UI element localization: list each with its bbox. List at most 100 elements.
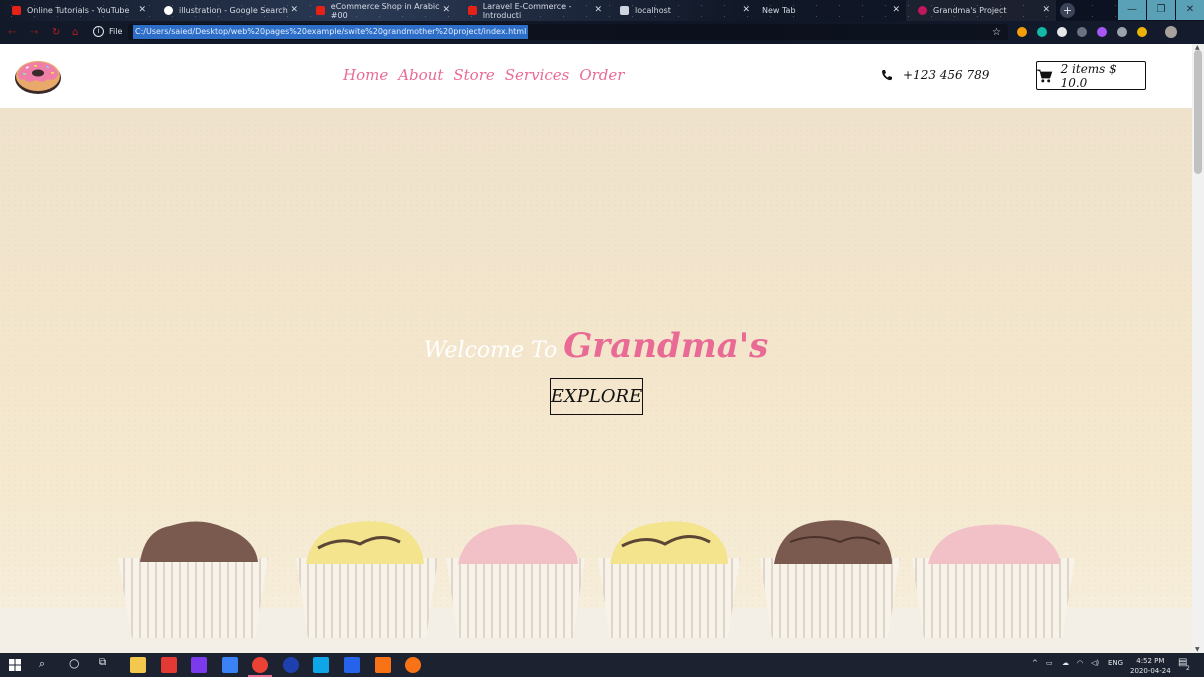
browser-toolbar: ← → ↻ ⌂ i File C:/Users/saied/Desktop/we… <box>0 21 1204 44</box>
cortana-icon[interactable]: ○ <box>69 656 79 670</box>
back-icon[interactable]: ← <box>8 27 16 38</box>
vscode-icon[interactable] <box>344 657 360 673</box>
task-view-icon[interactable]: ⧉ <box>99 657 106 668</box>
windows-taskbar: ⌕ ○ ⧉ ^ ▭ ☁ ◠ ◁) ENG 4:52 PM 2020-04-24 … <box>0 653 1204 677</box>
whatsapp-icon[interactable] <box>161 657 177 673</box>
profile-avatar[interactable] <box>1165 26 1177 38</box>
cupcake-vanilla <box>296 521 438 638</box>
battery-icon[interactable]: ▭ <box>1046 659 1053 667</box>
extension-icon[interactable] <box>1077 27 1087 37</box>
main-nav: Home About Store Services Order <box>343 66 624 84</box>
extension-icon[interactable] <box>1117 27 1127 37</box>
donut-icon <box>918 6 927 15</box>
browser-tab[interactable]: Laravel E-Commerce - Introducti ✕ <box>456 0 608 21</box>
page-scrollbar[interactable]: ▲ ▼ <box>1192 44 1204 653</box>
cupcake-chocolate <box>118 521 268 638</box>
site-info[interactable]: i File <box>93 26 122 37</box>
browser-tab[interactable]: localhost ✕ <box>608 0 756 21</box>
extension-icon[interactable] <box>1017 27 1027 37</box>
wifi-icon[interactable]: ◠ <box>1077 659 1083 667</box>
nav-link-store[interactable]: Store <box>453 66 494 84</box>
cloud-icon[interactable]: ☁ <box>1062 659 1069 667</box>
google-icon <box>164 6 173 15</box>
tab-title: New Tab <box>762 6 796 15</box>
show-hidden-icons-icon[interactable]: ^ <box>1032 659 1038 667</box>
clock-date: 2020-04-24 <box>1130 667 1171 675</box>
bookmark-star-icon[interactable]: ☆ <box>992 27 1001 38</box>
scroll-down-icon[interactable]: ▼ <box>1195 646 1200 653</box>
reload-icon[interactable]: ↻ <box>52 27 60 38</box>
tab-title: Laravel E-Commerce - Introducti <box>482 1 572 20</box>
clock[interactable]: 4:52 PM 2020-04-24 <box>1130 656 1171 676</box>
file-explorer-icon[interactable] <box>130 657 146 673</box>
cart-button[interactable]: 2 items $ 10.0 <box>1036 61 1146 90</box>
windows-start-icon[interactable] <box>9 659 21 671</box>
edge-icon[interactable] <box>283 657 299 673</box>
hero-section: Welcome To Grandma's EXPLORE <box>0 108 1192 653</box>
info-icon: i <box>93 26 104 37</box>
phone-contact[interactable]: +123 456 789 <box>881 68 989 82</box>
explore-button[interactable]: EXPLORE <box>550 378 643 415</box>
cupcake-vanilla <box>598 521 740 638</box>
close-tab-icon[interactable]: ✕ <box>138 5 146 15</box>
donut-logo-icon[interactable] <box>14 57 62 95</box>
clock-time: 4:52 PM <box>1136 657 1165 665</box>
chrome-icon[interactable] <box>248 657 272 677</box>
volume-icon[interactable]: ◁) <box>1091 659 1099 667</box>
url-text[interactable]: C:/Users/saied/Desktop/web%20pages%20exa… <box>133 25 529 39</box>
firefox-icon[interactable] <box>405 657 421 673</box>
notification-count: 2 <box>1186 665 1190 672</box>
extension-icon[interactable] <box>1137 27 1147 37</box>
tab-title: Grandma's Project <box>933 6 1007 15</box>
visual-studio-icon[interactable] <box>191 657 207 673</box>
close-tab-icon[interactable]: ✕ <box>892 5 900 15</box>
youtube-icon <box>12 6 21 15</box>
extension-icon[interactable] <box>1037 27 1047 37</box>
new-tab-button[interactable]: + <box>1060 3 1075 18</box>
restore-window-icon[interactable]: ❐ <box>1147 0 1175 20</box>
brand-name: Grandma's <box>563 326 769 366</box>
browser-tab-active[interactable]: Grandma's Project ✕ <box>906 0 1056 21</box>
close-tab-icon[interactable]: ✕ <box>1042 5 1050 15</box>
browser-tab[interactable]: New Tab ✕ <box>756 0 906 21</box>
tab-title: Online Tutorials - YouTube <box>27 6 130 15</box>
cart-summary: 2 items $ 10.0 <box>1060 61 1117 90</box>
welcome-text: Welcome To <box>423 338 558 363</box>
close-tab-icon[interactable]: ✕ <box>742 5 750 15</box>
nav-link-about[interactable]: About <box>398 66 443 84</box>
tab-title: illustration - Google Search <box>179 6 288 15</box>
browser-tab[interactable]: illustration - Google Search ✕ <box>152 0 304 21</box>
xampp-icon[interactable] <box>375 657 391 673</box>
close-tab-icon[interactable]: ✕ <box>442 5 450 15</box>
cupcake-chocolate <box>760 520 900 638</box>
browser-tab[interactable]: eCommerce Shop in Arabic #00 ✕ <box>304 0 456 21</box>
store-icon[interactable] <box>222 657 238 673</box>
cupcakes-image <box>0 520 1192 653</box>
search-icon[interactable]: ⌕ <box>39 657 45 671</box>
shopping-cart-icon <box>1037 69 1053 82</box>
phone-icon <box>882 70 892 81</box>
nav-link-order[interactable]: Order <box>579 66 624 84</box>
phone-number: +123 456 789 <box>903 68 990 82</box>
web-page: Home About Store Services Order +123 456… <box>0 44 1192 653</box>
home-icon[interactable]: ⌂ <box>72 27 78 38</box>
browser-tab[interactable]: Online Tutorials - YouTube ✕ <box>0 0 152 21</box>
close-tab-icon[interactable]: ✕ <box>594 5 602 15</box>
minimize-window-icon[interactable]: — <box>1118 0 1146 20</box>
extension-icon[interactable] <box>1057 27 1067 37</box>
hero-heading: Welcome To Grandma's <box>0 326 1192 366</box>
forward-icon[interactable]: → <box>30 27 38 38</box>
scrollbar-thumb[interactable] <box>1194 50 1202 174</box>
site-header: Home About Store Services Order +123 456… <box>0 44 1192 108</box>
close-window-icon[interactable]: ✕ <box>1176 0 1204 20</box>
close-tab-icon[interactable]: ✕ <box>290 5 298 15</box>
app-icon[interactable] <box>313 657 329 673</box>
page-icon <box>620 6 629 15</box>
nav-link-services[interactable]: Services <box>505 66 570 84</box>
extension-icon[interactable] <box>1097 27 1107 37</box>
youtube-icon <box>316 6 325 15</box>
nav-link-home[interactable]: Home <box>343 66 388 84</box>
file-label: File <box>109 27 123 36</box>
tab-title: eCommerce Shop in Arabic #00 <box>330 1 440 20</box>
language-indicator[interactable]: ENG <box>1108 659 1123 667</box>
